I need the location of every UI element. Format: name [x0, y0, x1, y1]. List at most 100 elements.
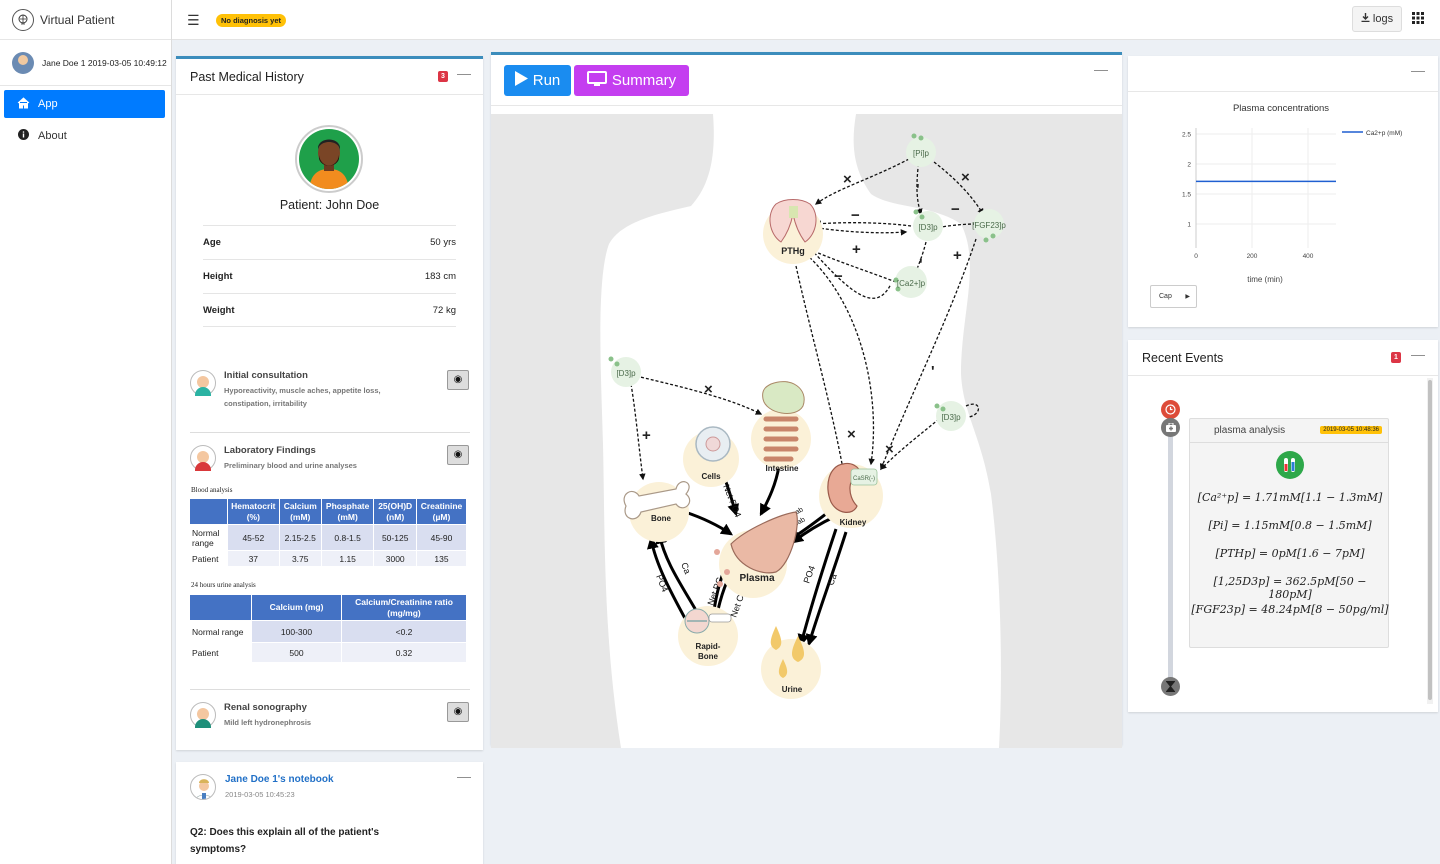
finding-lab: Laboratory Findings Preliminary blood an…: [190, 445, 470, 475]
svg-text:×: ×: [843, 171, 852, 188]
card-title: Past Medical History: [190, 70, 304, 84]
node-label: [Pi]p: [913, 149, 930, 158]
column-header: Calcium (mg): [251, 594, 342, 621]
surgeon-avatar-icon: [190, 702, 216, 728]
column-header: Hematocrit (%): [227, 498, 280, 525]
clock-icon: [1161, 400, 1180, 419]
finding-consultation: Initial consultation Hyporeactivity, mus…: [190, 370, 470, 420]
node-rapid-bone[interactable]: Rapid- Bone: [678, 606, 738, 666]
y-tick-label: 2.5: [1182, 132, 1191, 139]
brain-logo-icon: [12, 8, 34, 31]
plasma-concentrations-card: — Plasma concentrations 1 1.5 2 2.5 0 200 400 …: [1128, 56, 1438, 327]
logs-label: logs: [1372, 13, 1394, 25]
x-tick-label: 0: [1194, 253, 1198, 260]
event-item: plasma analysis ◷ 2019-03-05 10:48:36 [C…: [1189, 418, 1389, 648]
sidebar-item-about[interactable]: About: [4, 122, 165, 150]
node-label: Kidney: [840, 518, 867, 527]
svg-text:×: ×: [704, 381, 713, 398]
svg-text:+: +: [642, 427, 651, 444]
test-tubes-icon: [1276, 451, 1304, 479]
node-fgf23[interactable]: [FGF23]p: [972, 209, 1006, 243]
node-kidney[interactable]: CaSR(-) Kidney: [819, 462, 883, 528]
past-medical-history-card: Past Medical History 3 — Patient: John D…: [176, 56, 483, 750]
brand[interactable]: Virtual Patient: [0, 0, 171, 40]
notebook-avatar: [190, 774, 216, 800]
collapse-icon[interactable]: —: [1094, 61, 1108, 77]
diagnosis-badge: No diagnosis yet: [216, 14, 287, 27]
urine-analysis-table: Calcium (mg) Calcium/Creatinine ratio (m…: [189, 594, 467, 663]
collapse-icon[interactable]: —: [457, 768, 471, 784]
collapse-icon[interactable]: —: [1411, 62, 1425, 78]
table-cell: 100-300: [251, 620, 342, 643]
events-scrollbar[interactable]: [1427, 378, 1433, 704]
finding-subtitle: Hyporeactivity, muscle aches, appetite l…: [224, 386, 381, 408]
event-result-line: [Ca²⁺p] = 1.71mM[1.1 − 1.3mM]: [1197, 491, 1383, 504]
node-pi[interactable]: [Pi]p: [906, 133, 936, 168]
blood-analysis-table: Hematocrit (%) Calcium (mM) Phosphate (m…: [189, 498, 468, 567]
view-sonography-button[interactable]: ◉: [447, 702, 469, 722]
sidebar-item-app[interactable]: App: [4, 90, 165, 118]
chart-title: Plasma concentrations: [1233, 103, 1329, 114]
user-panel: Jane Doe 1 2019-03-05 10:49:12: [0, 40, 171, 86]
column-header: Phosphate (mM): [320, 498, 375, 525]
vitals-table: Age 50 yrs Height 183 cm Weight 72 kg: [203, 225, 456, 327]
variable-select[interactable]: Cap ▶: [1150, 285, 1197, 308]
menu-toggle-icon[interactable]: ☰: [187, 12, 200, 29]
row-label: Patient: [189, 550, 228, 567]
table-cell: 1.15: [320, 550, 375, 567]
table-cell: 135: [415, 550, 468, 567]
notebook-date: 2019-03-05 10:45:23: [225, 790, 295, 799]
logs-button[interactable]: logs: [1352, 6, 1402, 32]
count-badge: 3: [438, 71, 448, 82]
y-tick-label: 1.5: [1182, 192, 1191, 199]
event-result-line: [1,25D3p] = 362.5pM[50 − 180pM]: [1213, 575, 1367, 601]
table-cell: 0.32: [341, 642, 467, 663]
patient-avatar: [295, 125, 363, 193]
lab-doctor-avatar-icon: [190, 445, 216, 471]
recent-events-card: Recent Events 1 — plasma analysis ◷ 2019…: [1128, 340, 1438, 712]
chart-legend[interactable]: Ca2+p (mM): [1342, 130, 1402, 137]
node-label: [D3]p: [616, 369, 636, 378]
node-label: Cells: [701, 472, 721, 481]
svg-text:×: ×: [885, 441, 894, 458]
table-cell: 45-52: [227, 524, 280, 551]
column-header: Calcium/Creatinine ratio (mg/mg): [341, 594, 467, 621]
vital-label: Height: [203, 271, 233, 282]
apps-grid-icon[interactable]: [1412, 12, 1424, 27]
sidebar: Virtual Patient Jane Doe 1 2019-03-05 10…: [0, 0, 172, 864]
notebook-title[interactable]: Jane Doe 1's notebook: [225, 774, 334, 785]
node-label: Urine: [782, 685, 803, 694]
row-label: Normal range: [189, 620, 252, 643]
notebook-card: Jane Doe 1's notebook 2019-03-05 10:45:2…: [176, 762, 483, 864]
finding-title: Initial consultation: [224, 370, 308, 381]
summary-button[interactable]: Summary: [574, 65, 689, 96]
card-header: Past Medical History 3 —: [176, 59, 483, 95]
card-header: Recent Events 1 —: [1128, 340, 1438, 376]
node-label: Bone: [698, 652, 719, 661]
column-header: Creatinine (µM): [415, 498, 468, 525]
x-axis-label: time (min): [1247, 275, 1283, 284]
svg-text:': ': [916, 181, 920, 198]
view-consultation-button[interactable]: ◉: [447, 370, 469, 390]
event-result-line: [Pi] = 1.15mM[0.8 − 1.5mM]: [1208, 519, 1372, 532]
node-pthg[interactable]: PTHg: [763, 199, 823, 265]
y-tick-label: 2: [1187, 162, 1191, 169]
collapse-icon[interactable]: —: [1411, 346, 1425, 362]
x-tick-label: 200: [1247, 253, 1258, 260]
patient-name: Patient: John Doe: [279, 198, 380, 212]
divider: [190, 689, 470, 690]
table-cell: 45-90: [415, 524, 468, 551]
eye-icon: ◉: [453, 374, 463, 385]
column-header: Calcium (mM): [278, 498, 322, 525]
view-lab-button[interactable]: ◉: [447, 445, 469, 465]
vital-label: Weight: [203, 304, 235, 316]
node-label: [D3]p: [918, 223, 938, 232]
collapse-icon[interactable]: —: [457, 65, 471, 81]
vital-label: Age: [203, 237, 221, 248]
node-label: [D3]p: [941, 413, 961, 422]
svg-text:×: ×: [847, 426, 856, 443]
svg-text:−: −: [851, 207, 860, 224]
physiology-diagram-card: Run Summary — × × − − + + − ' × + × × ' …: [491, 52, 1122, 748]
event-result-line: [PTHp] = 0pM[1.6 − 7pM]: [1215, 547, 1365, 560]
run-button[interactable]: Run: [504, 65, 571, 96]
